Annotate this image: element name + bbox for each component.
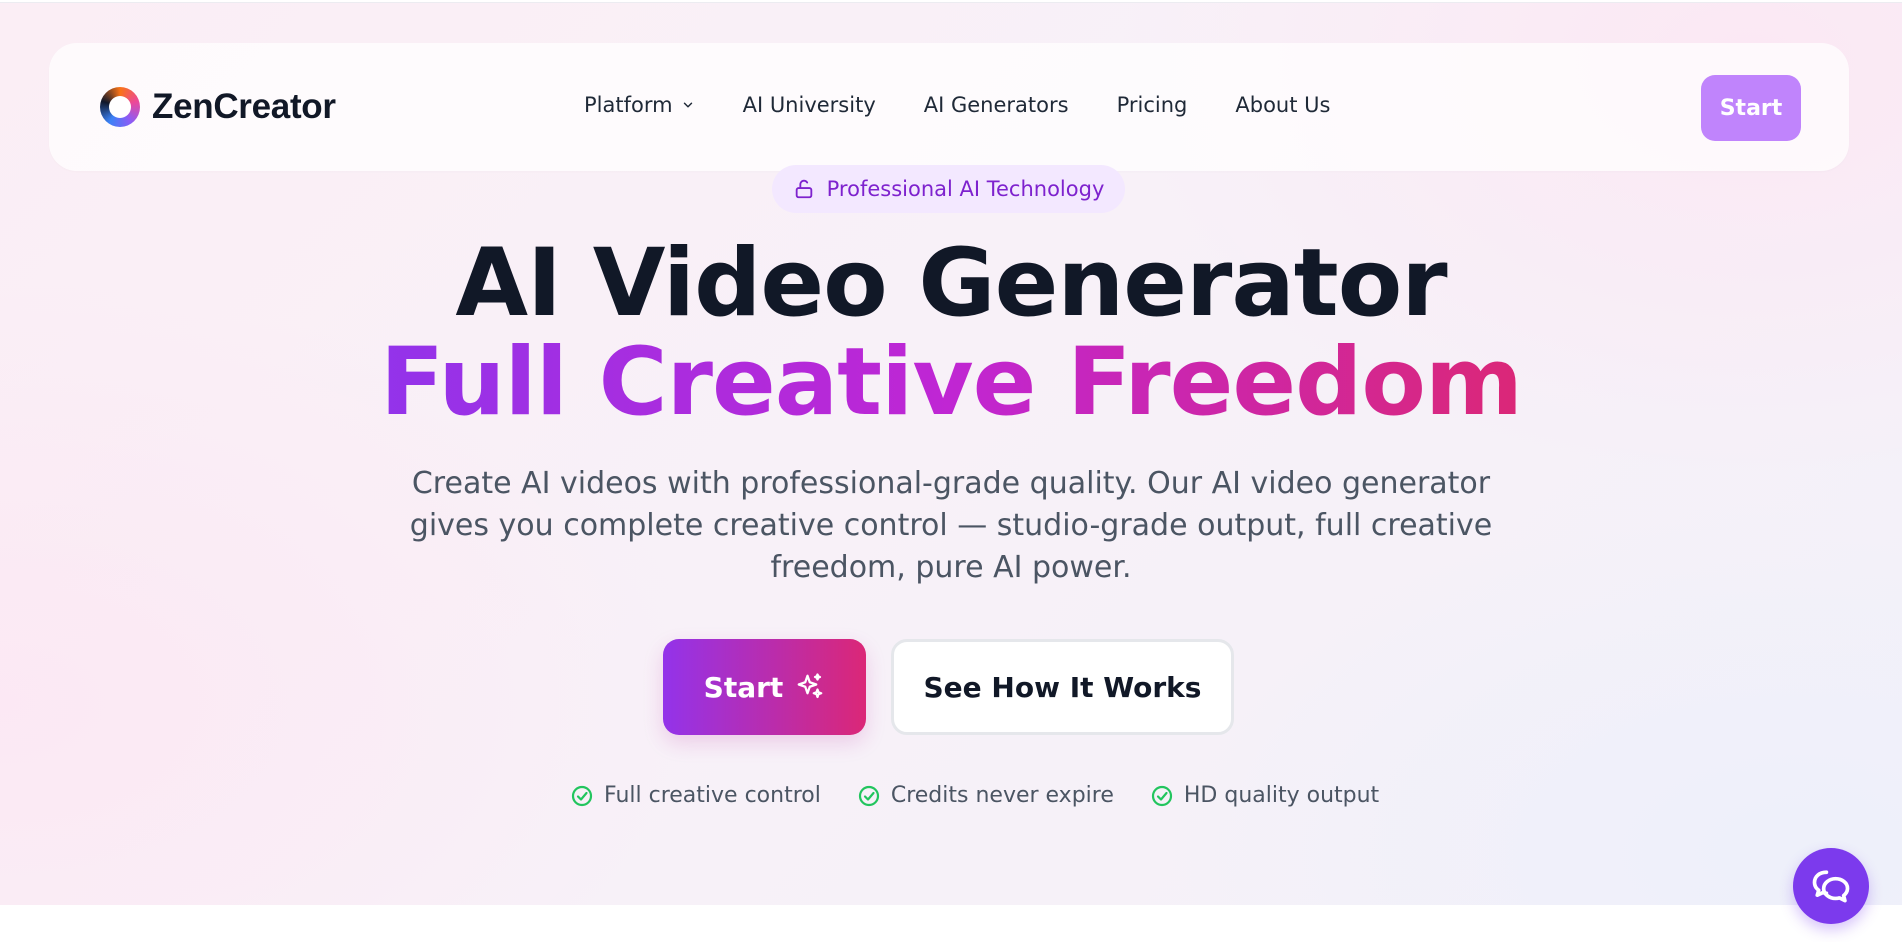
- hero-badge-label: Professional AI Technology: [826, 177, 1105, 201]
- feature-item: Credits never expire: [857, 783, 1114, 808]
- nav-start-button[interactable]: Start: [1701, 75, 1801, 141]
- feature-item: HD quality output: [1150, 783, 1379, 808]
- feature-item: Full creative control: [570, 783, 821, 808]
- start-button[interactable]: Start: [663, 639, 866, 735]
- feature-label: HD quality output: [1183, 783, 1380, 808]
- brand[interactable]: ZenCreator: [100, 87, 336, 127]
- brand-name: ZenCreator: [152, 87, 336, 126]
- nav-link-pricing[interactable]: Pricing: [1117, 93, 1188, 117]
- nav-link-label: AI University: [742, 93, 876, 117]
- check-circle-icon: [1151, 785, 1172, 806]
- nav-link-ai-generators[interactable]: AI Generators: [924, 93, 1069, 117]
- nav-link-platform[interactable]: Platform: [584, 93, 695, 117]
- feature-label: Credits never expire: [890, 783, 1114, 808]
- hero-section: ZenCreator Platform AI University AI Gen…: [0, 3, 1902, 905]
- nav-link-label: About Us: [1235, 93, 1331, 117]
- feature-label: Full creative control: [604, 783, 821, 808]
- chat-bubble-icon: [1812, 870, 1850, 903]
- check-circle-icon: [571, 785, 593, 806]
- nav-links: Platform AI University AI Generators Pri…: [584, 93, 1378, 117]
- start-button-label: Start: [703, 670, 784, 704]
- feature-list: Full creative control Credits never expi…: [570, 783, 1415, 808]
- hero-subtitle: Full Creative Freedom: [0, 331, 1902, 434]
- nav-link-label: AI Generators: [923, 93, 1069, 117]
- hero-title: AI Video Generator: [455, 229, 1447, 338]
- hero-badge: Professional AI Technology: [772, 165, 1125, 213]
- hero-subtitle-text: Full Creative Freedom: [380, 328, 1523, 437]
- chat-launcher-button[interactable]: [1793, 848, 1869, 924]
- chevron-down-icon: [683, 102, 692, 108]
- nav-link-label: Platform: [584, 93, 673, 117]
- see-how-it-works-button[interactable]: See How It Works: [891, 639, 1234, 735]
- nav-link-label: Pricing: [1116, 93, 1188, 117]
- nav-link-about-us[interactable]: About Us: [1235, 93, 1330, 117]
- hero-description: Create AI videos with professional-grade…: [409, 466, 1493, 585]
- logo-icon: [100, 87, 140, 127]
- unlock-icon: [795, 179, 812, 199]
- top-navigation: ZenCreator Platform AI University AI Gen…: [49, 43, 1849, 171]
- check-circle-icon: [858, 785, 879, 806]
- nav-link-ai-university[interactable]: AI University: [743, 93, 876, 117]
- sparkles-icon: [797, 673, 823, 699]
